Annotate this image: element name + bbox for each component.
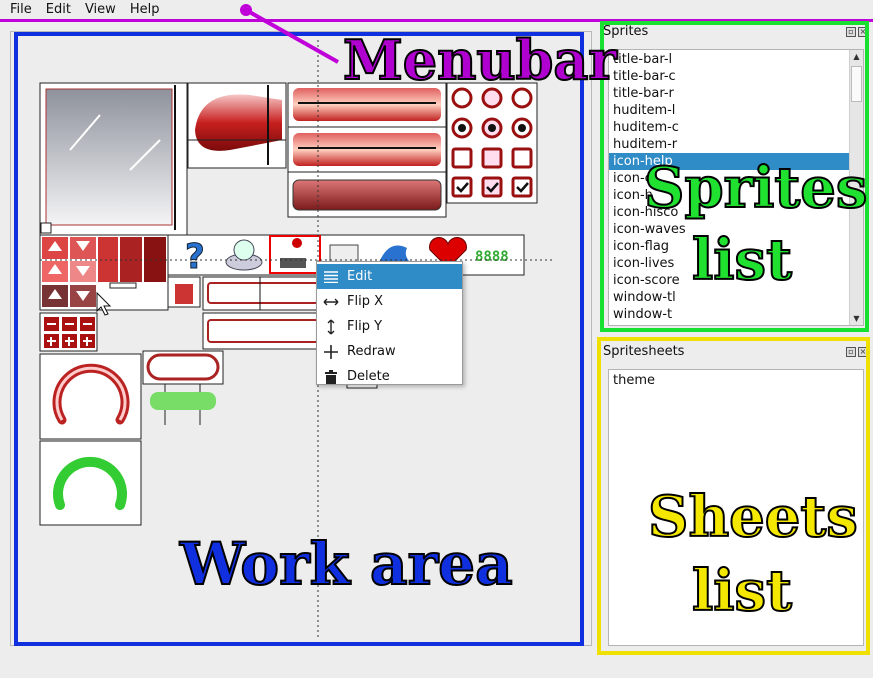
sprites-annotation: Sprites	[643, 154, 868, 222]
menubar-annotation: Menubar	[342, 27, 618, 93]
sheets-annotation: Sheets	[647, 483, 859, 551]
sheets-list-annotation: list	[691, 557, 793, 625]
sprites-list-annotation: list	[691, 226, 793, 294]
app-window: File Edit View Help ? 8888 Edit Flip X F…	[0, 0, 873, 678]
work-area-annotation: Work area	[179, 529, 514, 599]
